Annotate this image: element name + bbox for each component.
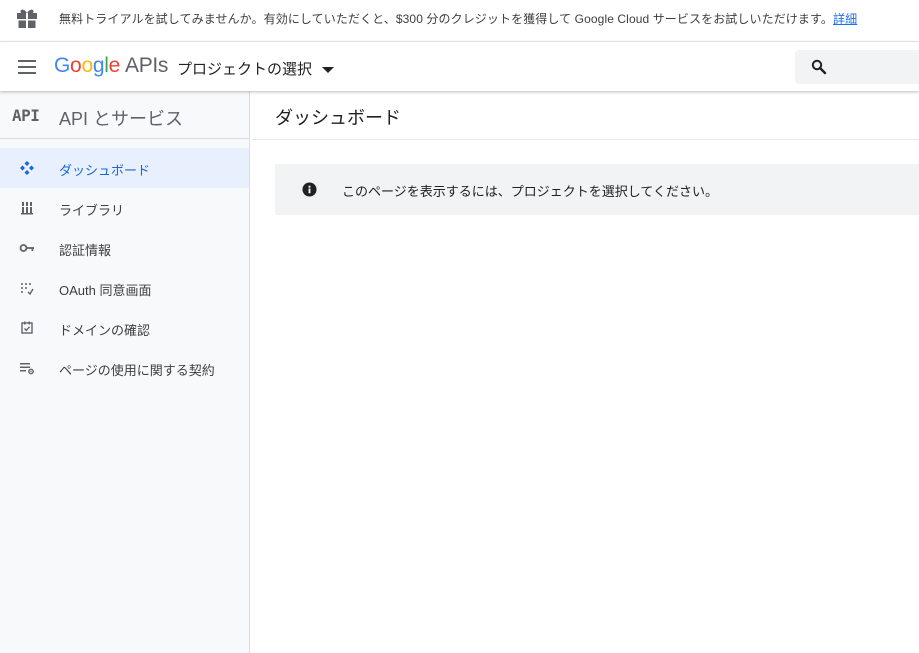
- domain-check-icon: [21, 321, 33, 334]
- project-selector[interactable]: プロジェクトの選択: [177, 58, 335, 79]
- google-apis-logo[interactable]: Google APIs: [54, 54, 168, 78]
- sidebar-item-credentials[interactable]: 認証情報: [0, 228, 249, 268]
- main-content: ダッシュボード このページを表示するには、プロジェクトを選択してください。: [251, 91, 919, 653]
- sidebar-item-dashboard[interactable]: ダッシュボード: [0, 148, 249, 188]
- page-header: ダッシュボード: [251, 91, 919, 140]
- sidebar-header: API API とサービス: [0, 91, 249, 139]
- logo-suffix: APIs: [124, 54, 169, 77]
- gift-icon: [17, 9, 37, 28]
- page-title: ダッシュボード: [275, 108, 401, 128]
- sidebar-item-page-usage-agreements[interactable]: ページの使用に関する契約: [0, 348, 249, 388]
- sidebar-nav: ダッシュボード ライブラリ 認証情報 OAuth 同意画面 ドメインの確認 ペー…: [0, 148, 249, 388]
- free-trial-banner: 無料トライアルを試してみませんか。有効にしていただくと、$300 分のクレジット…: [0, 0, 919, 42]
- sidebar-title: API とサービス: [59, 109, 184, 129]
- sidebar: API API とサービス ダッシュボード ライブラリ 認証情報 OAuth 同…: [0, 91, 250, 653]
- library-icon: [21, 202, 33, 215]
- top-app-bar: Google APIs プロジェクトの選択: [0, 42, 919, 91]
- sidebar-item-label: ドメインの確認: [59, 323, 151, 338]
- logo-letter: g: [92, 54, 105, 77]
- sidebar-item-label: ページの使用に関する契約: [59, 363, 215, 378]
- notice-message: このページを表示するには、プロジェクトを選択してください。: [342, 184, 718, 199]
- sidebar-item-domain-verification[interactable]: ドメインの確認: [0, 308, 249, 348]
- search-icon: [811, 59, 827, 75]
- dashboard-icon: [20, 161, 34, 175]
- menu-icon-line: [18, 66, 36, 68]
- page-usage-settings-icon: [20, 363, 34, 375]
- project-selector-label: プロジェクトの選択: [177, 61, 313, 78]
- logo-letter: e: [108, 54, 121, 77]
- api-badge-icon: API: [12, 106, 40, 125]
- sidebar-item-oauth-consent[interactable]: OAuth 同意画面: [0, 268, 249, 308]
- info-icon: [302, 182, 317, 197]
- consent-screen-icon: [21, 283, 34, 296]
- menu-icon-line: [18, 60, 36, 62]
- sidebar-item-label: ライブラリ: [59, 203, 125, 218]
- logo-letter: o: [70, 54, 82, 77]
- main-menu-button[interactable]: [14, 54, 40, 80]
- sidebar-item-label: ダッシュボード: [59, 163, 151, 178]
- sidebar-item-label: 認証情報: [59, 243, 112, 258]
- logo-letter: G: [54, 54, 71, 77]
- search-input[interactable]: [795, 50, 919, 84]
- key-icon: [19, 244, 34, 252]
- logo-letter: o: [81, 54, 93, 77]
- sidebar-item-library[interactable]: ライブラリ: [0, 188, 249, 228]
- menu-icon-line: [18, 72, 36, 74]
- free-trial-text: 無料トライアルを試してみませんか。有効にしていただくと、$300 分のクレジット…: [59, 12, 858, 26]
- learn-more-link[interactable]: 詳細: [833, 12, 857, 26]
- select-project-notice: このページを表示するには、プロジェクトを選択してください。: [275, 164, 919, 215]
- caret-down-icon: [322, 67, 335, 73]
- sidebar-item-label: OAuth 同意画面: [59, 283, 152, 298]
